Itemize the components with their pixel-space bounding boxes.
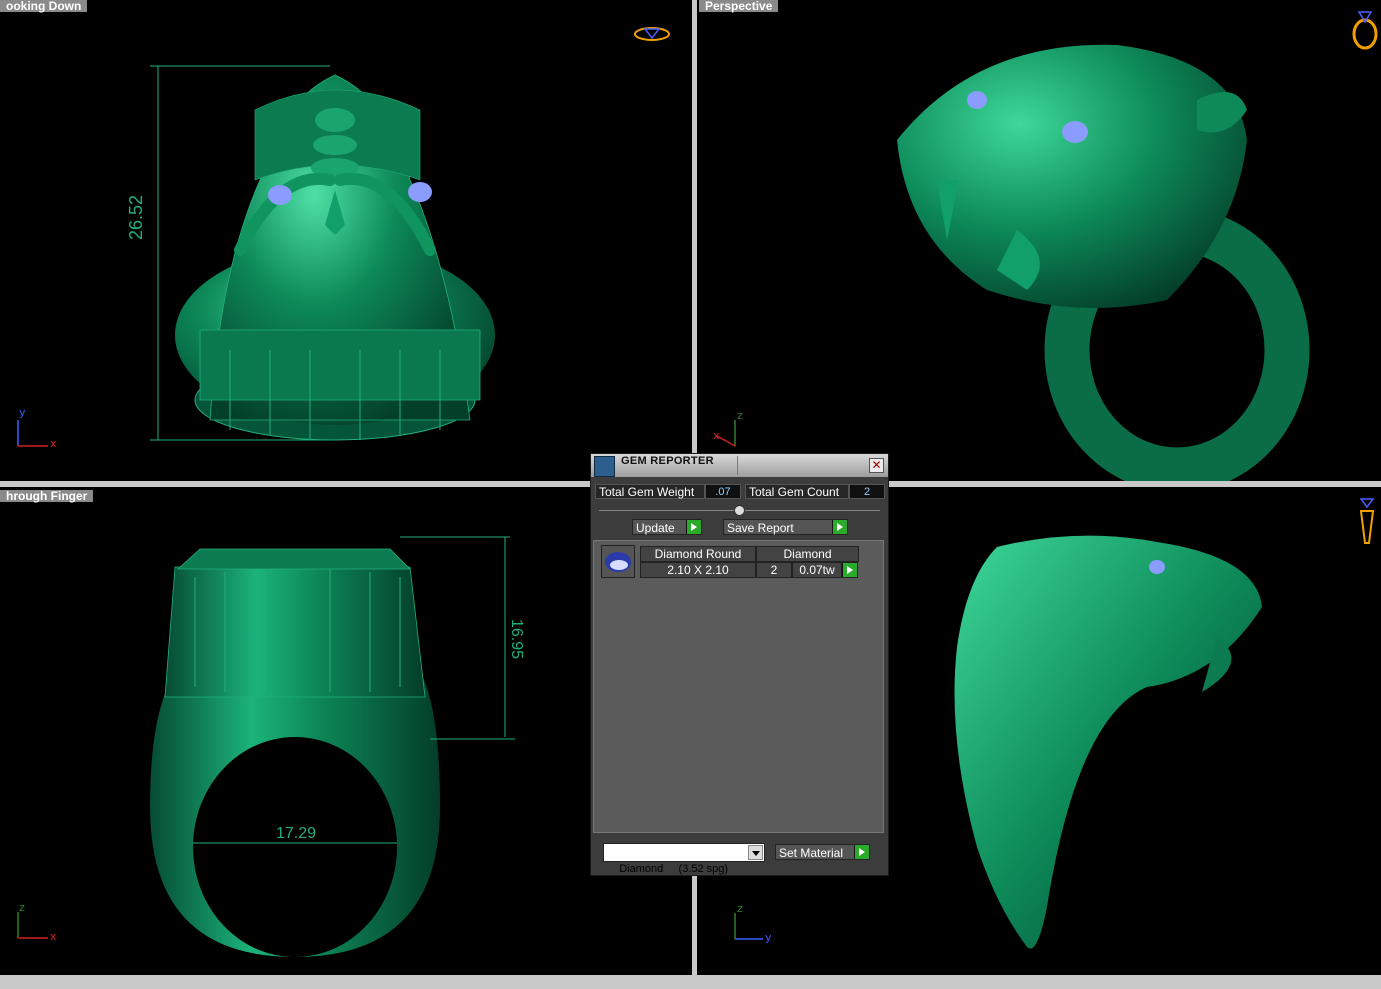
gem-count-cell: 2 [756,562,792,578]
axis-z-label: z [737,409,743,422]
dropdown-arrow-icon[interactable] [748,845,763,860]
gem-shape-cell: Diamond Round [640,546,756,562]
axis-x-label: x [50,930,57,943]
play-arrow-icon [842,563,857,577]
gem-reporter-dialog[interactable]: GEM REPORTER ✕ Total Gem Weight .07 Tota… [590,453,889,876]
material-select-value: Diamond (3.52 spg) [619,863,729,875]
close-icon[interactable]: ✕ [869,458,884,473]
viewport-label: Perspective [699,0,779,12]
play-arrow-icon [854,845,869,859]
gem-material-cell: Diamond [756,546,859,562]
save-report-button-label: Save Report [727,521,794,535]
total-count-label: Total Gem Count [745,484,849,499]
width-dimension-label: 17.29 [276,825,317,842]
viewport-label: ooking Down [0,0,88,12]
save-report-button[interactable]: Save Report [723,519,848,535]
ring-perspective-icon[interactable] [1349,4,1381,50]
material-select[interactable]: Diamond (3.52 spg) [603,843,765,875]
perspective-render [716,44,1310,481]
axis-x-label: x [50,437,57,450]
axis-x-label: x [713,429,720,442]
total-weight-label: Total Gem Weight [595,484,705,499]
gem-size-cell: 2.10 X 2.10 [640,562,756,578]
update-button-label: Update [636,521,675,535]
dialog-title: GEM REPORTER [621,455,714,467]
dialog-title-bar[interactable]: GEM REPORTER ✕ [591,454,888,477]
viewport-through-finger[interactable]: hrough Finger 16.95 17.29 z x [0,487,692,975]
ring-top-view-icon[interactable] [632,23,672,45]
axis-y-label: y [765,931,772,944]
total-weight-value: .07 [705,484,741,499]
title-separator [737,456,738,475]
gem-list[interactable]: Diamond Round Diamond 2.10 X 2.10 2 0.07… [593,540,884,833]
height-dimension-label: 16.95 [508,619,525,660]
play-arrow-icon [832,520,847,534]
set-material-button[interactable]: Set Material [775,844,870,860]
axis-z-label: z [19,901,25,914]
viewport-perspective[interactable]: Perspective z x [697,0,1381,481]
round-gem-icon [601,545,635,578]
viewport-looking-down[interactable]: ooking Down 26.52 y x [0,0,692,481]
set-material-button-label: Set Material [779,846,844,860]
total-count-value: 2 [849,484,885,499]
through-finger-render [17,536,515,957]
gem-row-action-button[interactable] [842,562,858,578]
height-dimension-label: 26.52 [126,194,146,240]
gem-weight-cell: 0.07tw [792,562,842,578]
play-arrow-icon [686,520,701,534]
axis-z-label: z [737,902,743,915]
splitter-handle[interactable] [734,505,745,516]
gem-reporter-app-icon [594,456,615,477]
axis-y-label: y [19,406,26,419]
ring-side-view-icon[interactable] [1357,497,1377,547]
update-button[interactable]: Update [632,519,702,535]
viewport-label: hrough Finger [0,490,94,502]
looking-down-render [17,65,495,447]
